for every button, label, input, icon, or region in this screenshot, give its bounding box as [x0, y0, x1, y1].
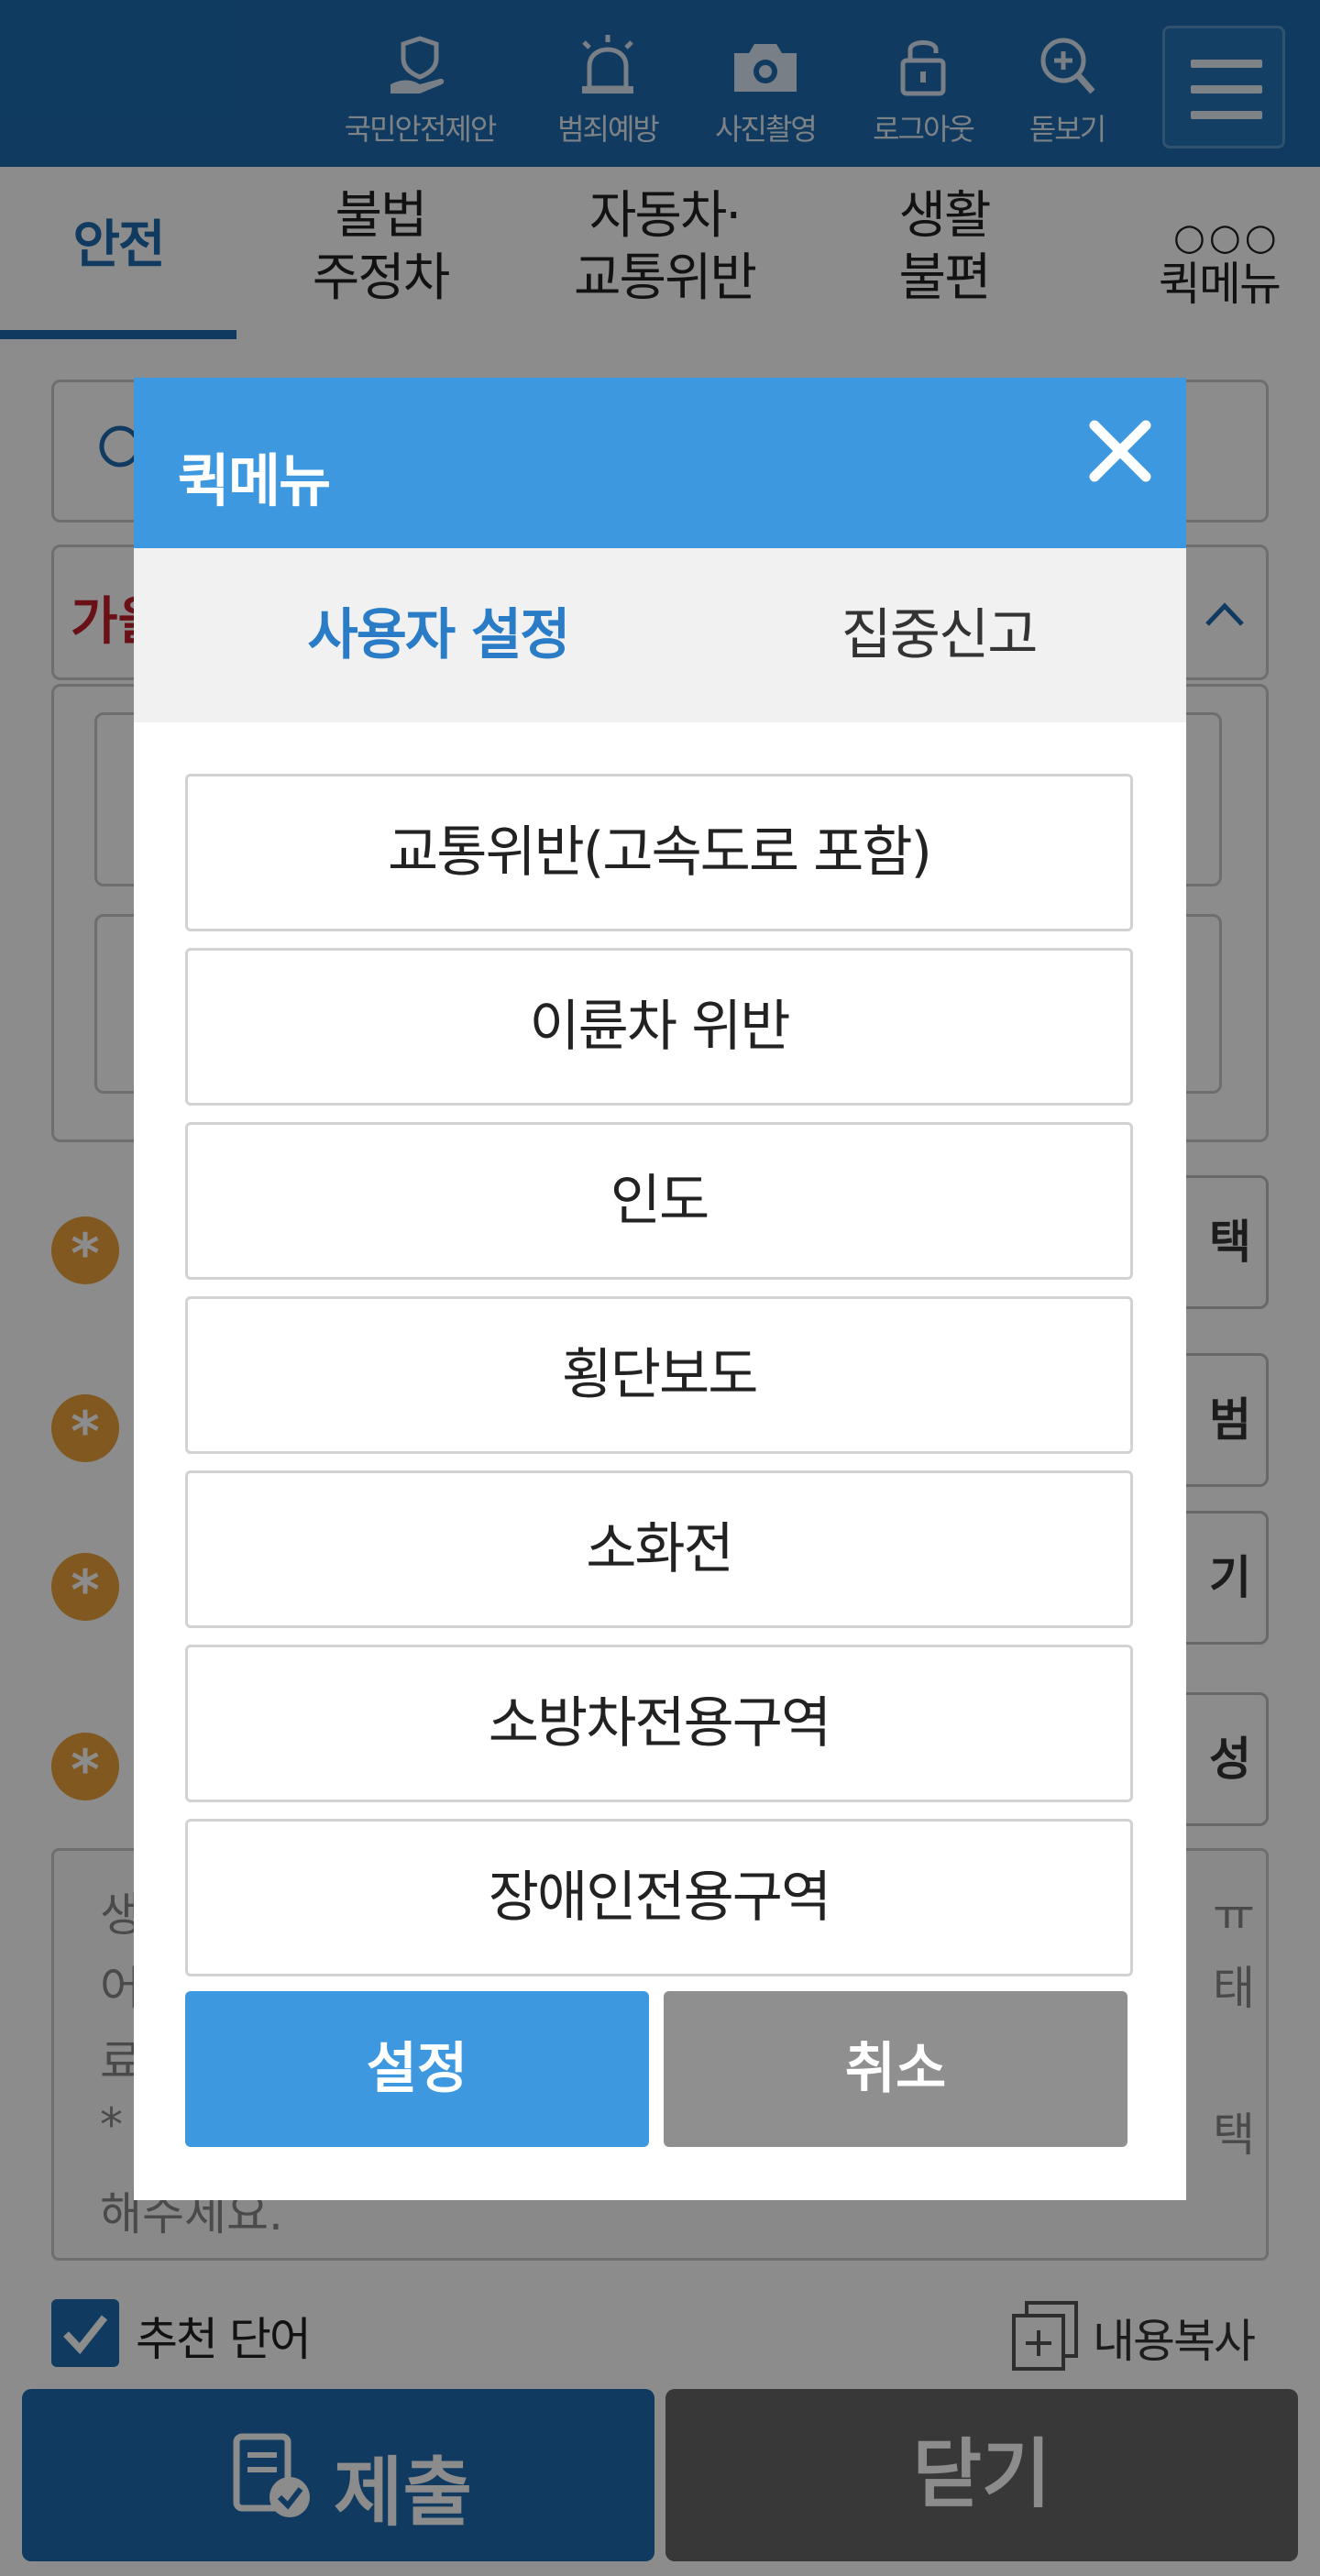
option-disabled-parking-zone[interactable]: 장애인전용구역 [185, 1819, 1133, 1976]
tab-user-settings[interactable]: 사용자 설정 [185, 548, 691, 722]
option-two-wheeler-violation[interactable]: 이륜차 위반 [185, 948, 1133, 1106]
option-sidewalk[interactable]: 인도 [185, 1122, 1133, 1280]
option-fire-truck-zone[interactable]: 소방차전용구역 [185, 1645, 1133, 1802]
cancel-button[interactable]: 취소 [664, 1991, 1128, 2147]
option-crosswalk[interactable]: 횡단보도 [185, 1296, 1133, 1454]
option-traffic-violation[interactable]: 교통위반(고속도로 포함) [185, 774, 1133, 931]
quick-menu-modal: 퀵메뉴 사용자 설정 집중신고 교통위반(고속도로 포함) 이륜차 위반 인도 … [134, 378, 1186, 2200]
modal-header: 퀵메뉴 [134, 378, 1186, 548]
set-button[interactable]: 설정 [185, 1991, 649, 2147]
modal-close-button[interactable] [1084, 414, 1157, 488]
modal-tabbar: 사용자 설정 집중신고 [134, 548, 1186, 893]
modal-title: 퀵메뉴 [178, 447, 331, 514]
tab-focused-report[interactable]: 집중신고 [691, 548, 1186, 722]
close-icon [1089, 420, 1151, 482]
option-fire-hydrant[interactable]: 소화전 [185, 1470, 1133, 1628]
